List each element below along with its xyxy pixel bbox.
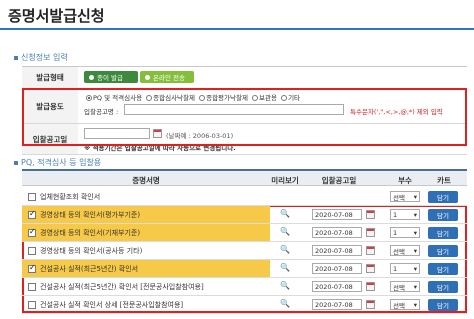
add-to-cart-button[interactable]: 담기 — [428, 299, 458, 311]
table-row: 경영상태 등의 확인서(공사등 기타) 🔍 2020-07-08 선택 ▾ 담기 — [22, 242, 467, 260]
certificate-name: 건설공사 실적(최근5년간) 확인서 — [40, 264, 139, 273]
preview-magnifier-icon[interactable]: 🔍 — [280, 227, 290, 236]
preview-magnifier-icon[interactable]: 🔍 — [280, 209, 290, 218]
paper-issue-button[interactable]: 종이 발급 — [84, 71, 138, 83]
table-header: 증명서명 미리보기 입찰공고일 부수 카트 — [22, 169, 467, 186]
qty-value: 선택 — [393, 247, 405, 256]
section-title-pq: PQ, 적격심사 등 입찰용 — [14, 157, 101, 168]
calendar-icon[interactable] — [366, 264, 375, 273]
notice-date-field[interactable]: 2020-07-08 — [312, 299, 362, 310]
add-to-cart-button[interactable]: 담기 — [428, 281, 458, 293]
chevron-down-icon: ▾ — [413, 192, 417, 201]
section-title-text: PQ, 적격심사 등 입찰용 — [21, 158, 102, 167]
annotation-box-form — [22, 88, 467, 146]
row-checkbox[interactable] — [28, 282, 36, 291]
chevron-down-icon: ▾ — [413, 264, 417, 273]
section-bullet-icon — [14, 160, 18, 165]
chevron-down-icon: ▾ — [413, 300, 417, 309]
row-checkbox[interactable] — [28, 209, 36, 219]
calendar-icon[interactable] — [366, 228, 375, 237]
calendar-icon[interactable] — [366, 246, 375, 255]
application-form: 발급형태 종이 발급 온라인 전송 발급용도 PQ 및 적격심사용 종합심사낙찰… — [22, 66, 467, 155]
add-to-cart-button[interactable]: 담기 — [428, 191, 458, 203]
row-checkbox[interactable] — [28, 246, 36, 255]
section-title-info: 신청정보 입력 — [14, 52, 68, 63]
notice-date-field[interactable]: 2020-07-08 — [312, 263, 362, 274]
page-title: 증명서발급신청 — [8, 7, 105, 25]
row-checkbox[interactable] — [28, 192, 36, 201]
preview-magnifier-icon[interactable]: 🔍 — [280, 299, 290, 308]
preview-magnifier-icon[interactable]: 🔍 — [280, 245, 290, 254]
row-checkbox[interactable] — [28, 227, 36, 237]
qty-value: 1 — [393, 264, 398, 273]
notice-date-field[interactable]: 2020-07-08 — [312, 209, 362, 220]
qty-value: 1 — [393, 228, 398, 237]
preview-magnifier-icon[interactable]: 🔍 — [280, 281, 290, 290]
table-row: 건설공사 실적 확인서 상세 [전문공사입찰참여용] 🔍 2020-07-08 … — [22, 296, 467, 314]
notice-date-field[interactable]: 2020-07-08 — [312, 245, 362, 256]
chevron-down-icon: ▾ — [413, 246, 417, 255]
qty-select[interactable]: 선택 ▾ — [390, 245, 420, 256]
chevron-down-icon: ▾ — [413, 210, 417, 219]
table-row: 경영상태 등의 확인서(평가부기준) 🔍 2020-07-08 1▾ 담기 — [22, 206, 467, 224]
calendar-icon[interactable] — [366, 300, 375, 309]
certificate-name: 경영상태 등의 확인서(평가부기준) — [40, 210, 141, 219]
header-date: 입찰공고일 — [321, 176, 357, 185]
header-cart: 카트 — [437, 176, 451, 185]
header-name: 증명서명 — [132, 176, 160, 185]
qty-value: 선택 — [393, 193, 405, 202]
preview-magnifier-icon[interactable]: 🔍 — [280, 263, 290, 272]
add-to-cart-button[interactable]: 담기 — [428, 209, 458, 221]
qty-value: 선택 — [393, 301, 405, 310]
table-row: 건설공사 실적(최근5년간) 확인서 🔍 2020-07-08 1▾ 담기 — [22, 260, 467, 278]
paper-issue-label: 종이 발급 — [97, 74, 123, 82]
radio-dot-icon — [145, 74, 150, 80]
qty-value: 1 — [393, 210, 398, 219]
certificate-name: 경영상태 등의 확인서(공사등 기타) — [40, 246, 143, 255]
qty-select[interactable]: 1 ▾ — [390, 263, 420, 274]
add-to-cart-button[interactable]: 담기 — [428, 263, 458, 275]
online-transfer-button[interactable]: 온라인 전송 — [140, 71, 194, 83]
add-to-cart-button[interactable]: 담기 — [428, 227, 458, 239]
chevron-down-icon: ▾ — [413, 282, 417, 291]
certificate-name: 건설공사 실적(최근5년간) 확인서 [전문공사입찰참여용] — [40, 282, 204, 291]
form-row-method: 발급형태 종이 발급 온라인 전송 — [22, 67, 467, 89]
radio-dot-icon — [89, 74, 94, 80]
certificate-name: 건설공사 실적 확인서 상세 [전문공사입찰참여용] — [40, 300, 184, 309]
row-checkbox[interactable] — [28, 300, 36, 309]
header-preview: 미리보기 — [271, 176, 299, 185]
qty-select[interactable]: 선택 ▾ — [390, 299, 420, 310]
qty-select[interactable]: 선택 ▾ — [390, 191, 420, 202]
section-bullet-icon — [14, 55, 18, 60]
calendar-icon[interactable] — [366, 282, 375, 291]
table-row: 업체현황조회 확인서 선택 ▾ 담기 — [22, 188, 467, 206]
certificate-name: 업체현황조회 확인서 — [40, 192, 101, 201]
qty-select[interactable]: 1 ▾ — [390, 227, 420, 238]
qty-value: 선택 — [393, 283, 405, 292]
title-divider — [0, 28, 474, 30]
qty-select[interactable]: 선택 ▾ — [390, 281, 420, 292]
table-row: 건설공사 실적(최근5년간) 확인서 [전문공사입찰참여용] 🔍 2020-07… — [22, 278, 467, 296]
add-to-cart-button[interactable]: 담기 — [428, 245, 458, 257]
qty-select[interactable]: 1 ▾ — [390, 209, 420, 220]
method-label: 발급형태 — [22, 67, 78, 88]
online-transfer-label: 온라인 전송 — [153, 74, 185, 82]
row-checkbox[interactable] — [28, 263, 36, 273]
table-row: 경영상태 등의 확인서(기재부기준) 🔍 2020-07-08 1▾ 담기 — [22, 224, 467, 242]
header-qty: 부수 — [398, 176, 412, 185]
notice-date-field[interactable]: 2020-07-08 — [312, 281, 362, 292]
section-title-text: 신청정보 입력 — [21, 53, 68, 62]
calendar-icon[interactable] — [366, 210, 375, 219]
chevron-down-icon: ▾ — [413, 228, 417, 237]
certificate-name: 경영상태 등의 확인서(기재부기준) — [40, 228, 141, 237]
notice-date-field[interactable]: 2020-07-08 — [312, 227, 362, 238]
